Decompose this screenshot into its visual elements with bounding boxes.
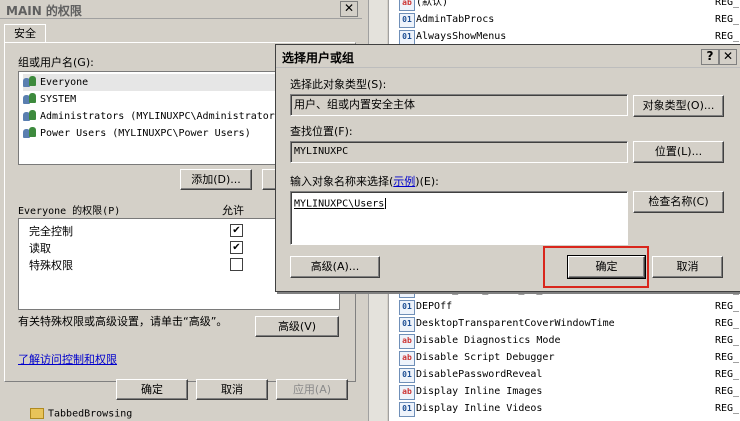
binary-value-icon: 01 (399, 368, 415, 383)
special-permissions-note: 有关特殊权限或高级设置，请单击“高级”。 (18, 315, 228, 328)
locations-button[interactable]: 位置(L)... (633, 141, 724, 163)
registry-value-type: REG_ (715, 403, 740, 414)
permissions-title-bar: MAIN 的权限 ✕ (0, 0, 362, 19)
binary-value-icon: 01 (399, 402, 415, 417)
registry-value-name: Display Inline Images (416, 386, 543, 397)
registry-value-type: REG_ (715, 386, 740, 397)
enter-label-text: 输入对象名称来选择( (290, 175, 394, 188)
permissions-title: MAIN 的权限 (6, 4, 82, 18)
text-cursor (385, 198, 387, 209)
binary-value-icon: 01 (399, 30, 415, 45)
object-types-button[interactable]: 对象类型(O)... (633, 95, 724, 117)
allow-full-control-checkbox[interactable]: ✔ (230, 224, 243, 237)
registry-value-type: REG_ (715, 301, 740, 312)
dialog-ok-button[interactable]: 确定 (567, 255, 646, 279)
registry-value-name: Disable Diagnostics Mode (416, 335, 561, 346)
registry-value-row[interactable]: 01 DisablePasswordReveal REG_ (389, 366, 740, 383)
string-value-icon: ab (399, 351, 415, 366)
dialog-close-button[interactable]: ✕ (719, 49, 737, 65)
apply-button[interactable]: 应用(A) (276, 379, 348, 400)
registry-value-name: (默认) (416, 0, 449, 8)
dialog-title: 选择用户或组 (282, 51, 355, 65)
permissions-for-label: Everyone 的权限(P) (18, 206, 121, 217)
registry-value-row[interactable]: ab (默认) REG_ (389, 0, 740, 11)
registry-value-name: DesktopTransparentCoverWindowTime (416, 318, 615, 329)
permission-special: 特殊权限 (29, 259, 73, 272)
binary-value-icon: 01 (399, 13, 415, 28)
registry-value-type: REG_ (715, 0, 740, 8)
registry-value-row[interactable]: 01 DEPOff REG_ (389, 298, 740, 315)
registry-value-type: REG_ (715, 369, 740, 380)
registry-value-row[interactable]: 01 AlwaysShowMenus REG_ (389, 28, 740, 45)
string-value-icon: ab (399, 0, 415, 11)
location-label: 查找位置(F): (290, 125, 353, 138)
tree-item-label: TabbedBrowsing (48, 408, 133, 420)
object-type-label: 选择此对象类型(S): (290, 78, 387, 91)
enter-label-suffix: )(E): (415, 175, 439, 188)
string-value-icon: ab (399, 385, 415, 400)
user-name: Power Users (MYLINUXPC\Power Users) (40, 128, 251, 139)
user-name: SYSTEM (40, 94, 77, 105)
cancel-button[interactable]: 取消 (196, 379, 268, 400)
registry-value-type: REG_ (715, 335, 740, 346)
registry-value-row[interactable]: ab Display Inline Images REG_ (389, 383, 740, 400)
user-name: Everyone (40, 77, 89, 88)
users-icon (23, 110, 37, 122)
permission-read: 读取 (29, 242, 51, 255)
registry-value-type: REG_ (715, 14, 740, 25)
registry-value-type: REG_ (715, 352, 740, 363)
object-type-field: 用户、组或内置安全主体 (290, 94, 628, 116)
dialog-advanced-button[interactable]: 高级(A)... (290, 256, 380, 278)
select-users-dialog: 选择用户或组 ? ✕ 选择此对象类型(S): 用户、组或内置安全主体 对象类型(… (275, 44, 740, 292)
registry-value-row[interactable]: 01 AdminTabProcs REG_ (389, 11, 740, 28)
learn-access-control-link[interactable]: 了解访问控制和权限 (18, 351, 117, 367)
users-icon (23, 127, 37, 139)
registry-value-row[interactable]: 01 Display Inline Videos REG_ (389, 400, 740, 417)
users-icon (23, 76, 37, 88)
registry-value-type: REG_ (715, 31, 740, 42)
advanced-button[interactable]: 高级(V) (255, 316, 339, 337)
user-name: Administrators (MYLINUXPC\Administrators… (40, 111, 287, 122)
object-names-value: MYLINUXPC\Users (294, 198, 385, 210)
dialog-cancel-button[interactable]: 取消 (652, 256, 723, 278)
registry-value-row[interactable]: 01 DesktopTransparentCoverWindowTime REG_ (389, 315, 740, 332)
tree-item-tabbedbrowsing[interactable]: TabbedBrowsing (30, 408, 132, 420)
registry-value-type: REG_ (715, 318, 740, 329)
registry-value-name: DisablePasswordReveal (416, 369, 543, 380)
users-icon (23, 93, 37, 105)
registry-value-row[interactable]: ab Disable Diagnostics Mode REG_ (389, 332, 740, 349)
help-button[interactable]: ? (701, 49, 719, 65)
permission-full-control: 完全控制 (29, 225, 73, 238)
registry-value-name: AlwaysShowMenus (416, 31, 507, 42)
allow-special-checkbox[interactable] (230, 258, 243, 271)
add-button[interactable]: 添加(D)... (180, 169, 252, 190)
check-names-button[interactable]: 检查名称(C) (633, 191, 724, 213)
registry-value-name: Disable Script Debugger (416, 352, 555, 363)
ok-button[interactable]: 确定 (116, 379, 188, 400)
user-row-everyone[interactable]: Everyone (23, 74, 278, 91)
permissions-close-button[interactable]: ✕ (340, 1, 358, 17)
string-value-icon: ab (399, 334, 415, 349)
examples-link[interactable]: 示例 (393, 175, 415, 188)
registry-value-row[interactable]: ab Disable Script Debugger REG_ (389, 349, 740, 366)
binary-value-icon: 01 (399, 300, 415, 315)
tab-security[interactable]: 安全 (4, 24, 46, 43)
group-or-user-label: 组或用户名(G): (18, 56, 94, 69)
registry-value-name: AdminTabProcs (416, 14, 495, 25)
dialog-title-bar: 选择用户或组 ? ✕ (276, 45, 740, 68)
allow-read-checkbox[interactable]: ✔ (230, 241, 243, 254)
enter-object-names-label: 输入对象名称来选择(示例)(E): (290, 173, 439, 189)
location-field: MYLINUXPC (290, 141, 628, 163)
object-names-input[interactable]: MYLINUXPC\Users (290, 191, 628, 245)
registry-value-name: Display Inline Videos (416, 403, 543, 414)
binary-value-icon: 01 (399, 317, 415, 332)
allow-column-header: 允许 (222, 204, 244, 217)
registry-value-name: DEPOff (416, 301, 453, 312)
folder-icon (30, 408, 44, 419)
